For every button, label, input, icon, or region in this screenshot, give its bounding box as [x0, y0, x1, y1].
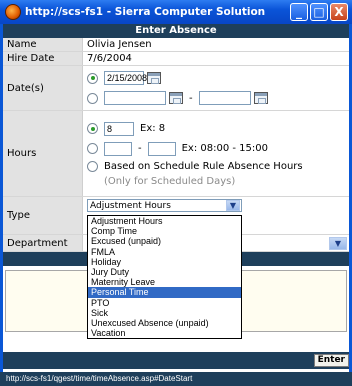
type-option[interactable]: Excused (unpaid): [88, 236, 241, 246]
enter-button[interactable]: Enter: [313, 354, 349, 367]
schedule-label: Based on Schedule Rule Absence Hours: [104, 161, 303, 172]
browser-window: http://scs-fs1 - Sierra Computer Solutio…: [0, 0, 352, 386]
type-dropdown-list: Adjustment Hours Comp Time Excused (unpa…: [87, 215, 242, 340]
title-bar[interactable]: http://scs-fs1 - Sierra Computer Solutio…: [0, 0, 352, 24]
dates-label: Date(s): [3, 66, 83, 110]
name-label: Name: [3, 38, 83, 51]
schedule-note: (Only for Scheduled Days): [104, 175, 236, 187]
type-option[interactable]: Unexcused Absence (unpaid): [88, 318, 241, 328]
date-range-start-input[interactable]: [104, 91, 166, 105]
hours-range-example: Ex: 08:00 - 15:00: [181, 143, 268, 154]
close-button[interactable]: X: [330, 3, 348, 21]
type-option[interactable]: Sick: [88, 308, 241, 318]
status-bar: http://scs-fs1/qgest/time/timeAbsence.as…: [0, 372, 352, 386]
type-option-highlighted[interactable]: Personal Time: [88, 287, 241, 298]
hours-label: Hours: [3, 111, 83, 196]
type-option[interactable]: Holiday: [88, 257, 241, 267]
date-range-end-input[interactable]: [198, 91, 251, 105]
type-option[interactable]: Adjustment Hours: [88, 216, 241, 226]
type-label: Type: [3, 197, 83, 234]
date-range-line: -: [87, 88, 349, 108]
chevron-down-icon[interactable]: ▼: [329, 237, 347, 250]
minimize-button[interactable]: _: [290, 3, 308, 21]
hours-range-radio[interactable]: [87, 143, 98, 154]
single-date-line: 2/15/2008: [87, 68, 349, 88]
calendar-icon[interactable]: [253, 92, 268, 104]
type-option[interactable]: FMLA: [88, 247, 241, 257]
hours-fixed-radio[interactable]: [87, 123, 98, 134]
hours-range-start-input[interactable]: [104, 141, 132, 156]
calendar-icon[interactable]: [169, 92, 183, 104]
schedule-line: Based on Schedule Rule Absence Hours: [87, 159, 349, 175]
type-option[interactable]: Maternity Leave: [88, 277, 241, 287]
page-content: Enter Absence Name Olivia Jensen Hire Da…: [3, 24, 349, 372]
hours-range-dash: -: [138, 143, 142, 154]
type-option[interactable]: PTO: [88, 298, 241, 308]
hire-date-label: Hire Date: [3, 52, 83, 65]
maximize-button[interactable]: □: [310, 3, 328, 21]
hours-fixed-line: 8 Ex: 8: [87, 119, 349, 139]
hire-date-value: 7/6/2004: [87, 53, 132, 64]
window-title: http://scs-fs1 - Sierra Computer Solutio…: [25, 6, 265, 18]
hours-row: Hours 8 Ex: 8 - Ex: 08:00 - 15:00 Based …: [3, 111, 349, 197]
hours-range-line: - Ex: 08:00 - 15:00: [87, 139, 349, 159]
schedule-radio[interactable]: [87, 161, 98, 172]
type-selected-value: Adjustment Hours: [90, 200, 171, 211]
type-option[interactable]: Vacation: [88, 328, 241, 338]
form-footer: Enter: [3, 352, 349, 369]
hours-value: 8 Ex: 8 - Ex: 08:00 - 15:00 Based on Sch…: [83, 111, 349, 196]
chevron-down-icon[interactable]: ▼: [226, 200, 240, 211]
name-value: Olivia Jensen: [87, 39, 152, 50]
type-option[interactable]: Comp Time: [88, 226, 241, 236]
hours-input[interactable]: 8: [104, 121, 134, 136]
calendar-icon[interactable]: [147, 72, 161, 84]
hire-date-row: Hire Date 7/6/2004: [3, 52, 349, 66]
dates-row: Date(s) 2/15/2008 -: [3, 66, 349, 111]
hours-range-end-input[interactable]: [147, 141, 176, 156]
hours-example: Ex: 8: [140, 123, 166, 134]
type-option[interactable]: Jury Duty: [88, 267, 241, 277]
single-date-input[interactable]: 2/15/2008: [104, 71, 147, 85]
window-controls: _ □ X: [290, 3, 348, 21]
name-row: Name Olivia Jensen: [3, 38, 349, 52]
range-dash: -: [189, 92, 193, 104]
browser-icon: [5, 4, 21, 20]
type-select[interactable]: Adjustment Hours ▼: [87, 199, 242, 212]
single-date-radio[interactable]: [87, 72, 98, 84]
form-header: Enter Absence: [3, 24, 349, 38]
department-label: Department: [3, 235, 83, 251]
dates-value: 2/15/2008 -: [83, 66, 349, 110]
date-range-radio[interactable]: [87, 92, 98, 104]
